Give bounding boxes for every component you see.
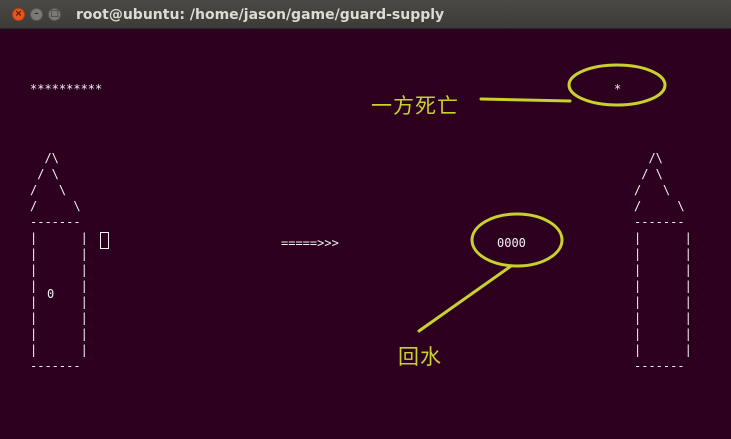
death-pointer-line xyxy=(479,97,572,103)
water-highlight-circle xyxy=(470,212,564,268)
water-pointer-line xyxy=(417,264,513,333)
water-annotation-label: 回水 xyxy=(398,345,442,369)
annotation-overlay xyxy=(417,63,667,333)
death-highlight-circle xyxy=(567,63,667,107)
death-annotation-label: 一方死亡 xyxy=(371,94,459,118)
